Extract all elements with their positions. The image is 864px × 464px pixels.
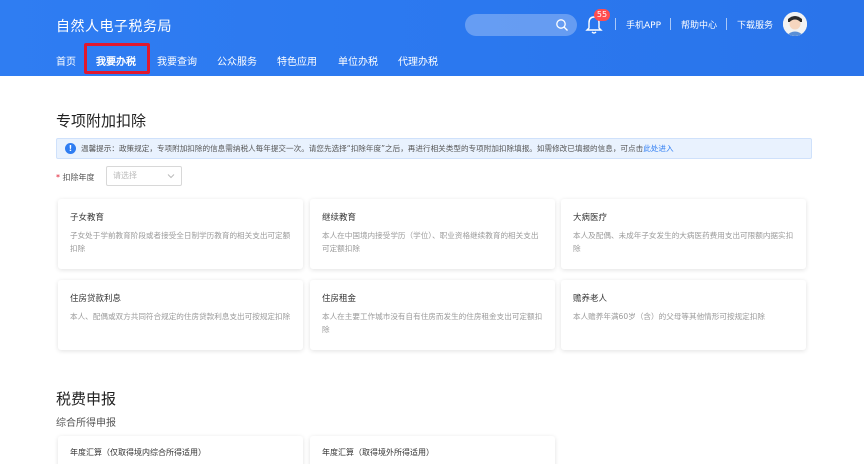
nav-unit-tax[interactable]: 单位办税	[338, 53, 378, 68]
chevron-down-icon	[167, 174, 175, 179]
nav-agent-tax[interactable]: 代理办税	[398, 53, 438, 68]
card-title: 继续教育	[322, 213, 357, 223]
deduction-card-serious-illness[interactable]: 大病医疗 本人及配偶、未成年子女发生的大病医药费用支出可限额内据实扣除	[561, 199, 806, 269]
mobile-app-link[interactable]: 手机APP	[626, 18, 661, 31]
year-select-placeholder: 请选择	[113, 171, 137, 180]
filing-card-overseas-annual[interactable]: 年度汇算（取得境外所得适用）	[310, 436, 555, 464]
filing-card-domestic-annual[interactable]: 年度汇算（仅取得境内综合所得适用）	[58, 436, 303, 464]
divider	[726, 18, 727, 30]
subsection-comprehensive-income: 综合所得申报	[56, 418, 116, 429]
card-desc: 本人在中国境内接受学历（学位）、职业资格继续教育的相关支出可定额扣除	[322, 231, 539, 253]
deduction-card-housing-loan[interactable]: 住房贷款利息 本人、配偶或双方共同符合规定的住房贷款利息支出可按规定扣除	[58, 280, 303, 350]
search-icon[interactable]	[555, 18, 569, 32]
card-desc: 本人赡养年满60岁（含）的父母等其他情形可按规定扣除	[573, 312, 765, 321]
divider	[615, 18, 616, 30]
card-title: 住房租金	[322, 294, 357, 304]
deduction-card-continuing-education[interactable]: 继续教育 本人在中国境内接受学历（学位）、职业资格继续教育的相关支出可定额扣除	[310, 199, 555, 269]
main-content	[0, 76, 864, 464]
deduction-card-elderly-support[interactable]: 赡养老人 本人赡养年满60岁（含）的父母等其他情形可按规定扣除	[561, 280, 806, 350]
card-desc: 本人及配偶、未成年子女发生的大病医药费用支出可限额内据实扣除	[573, 231, 794, 253]
year-select[interactable]: 请选择	[106, 166, 182, 186]
avatar-icon	[783, 12, 807, 36]
deduction-card-child-education[interactable]: 子女教育 子女处于学前教育阶段或者接受全日制学历教育的相关支出可定额扣除	[58, 199, 303, 269]
help-center-link[interactable]: 帮助中心	[681, 18, 717, 31]
nav-public-service[interactable]: 公众服务	[217, 53, 257, 68]
nav-featured-apps[interactable]: 特色应用	[277, 53, 317, 68]
notification-badge: 55	[594, 9, 610, 21]
user-avatar[interactable]	[783, 12, 807, 36]
notice-banner: ! 温馨提示：政策规定，专项附加扣除的信息需纳税人每年提交一次。请您先选择“扣除…	[56, 138, 812, 159]
active-nav-highlight	[84, 43, 150, 74]
divider	[670, 18, 671, 30]
card-title: 年度汇算（取得境外所得适用）	[322, 448, 434, 457]
notice-text: 温馨提示：政策规定，专项附加扣除的信息需纳税人每年提交一次。请您先选择“扣除年度…	[81, 144, 644, 153]
card-title: 赡养老人	[573, 294, 608, 304]
notice-link[interactable]: 此处进入	[643, 144, 673, 153]
info-icon: !	[65, 143, 76, 154]
download-service-link[interactable]: 下载服务	[737, 18, 773, 31]
section-title-tax-filing: 税费申报	[56, 390, 117, 408]
card-desc: 本人、配偶或双方共同符合规定的住房贷款利息支出可按规定扣除	[70, 312, 291, 321]
search-input[interactable]	[465, 14, 577, 36]
card-title: 住房贷款利息	[70, 294, 122, 304]
card-title: 子女教育	[70, 213, 105, 223]
nav-query[interactable]: 我要查询	[157, 53, 197, 68]
card-desc: 子女处于学前教育阶段或者接受全日制学历教育的相关支出可定额扣除	[70, 231, 291, 253]
site-title[interactable]: 自然人电子税务局	[56, 16, 172, 36]
section-title-special-deduction: 专项附加扣除	[56, 112, 147, 130]
nav-home[interactable]: 首页	[56, 53, 76, 68]
card-title: 年度汇算（仅取得境内综合所得适用）	[70, 448, 206, 457]
deduction-card-housing-rent[interactable]: 住房租金 本人在主要工作城市没有自有住房而发生的住房租金支出可定额扣除	[310, 280, 555, 350]
card-title: 大病医疗	[573, 213, 608, 223]
year-label: * 扣除年度	[56, 173, 95, 182]
card-desc: 本人在主要工作城市没有自有住房而发生的住房租金支出可定额扣除	[322, 312, 543, 334]
